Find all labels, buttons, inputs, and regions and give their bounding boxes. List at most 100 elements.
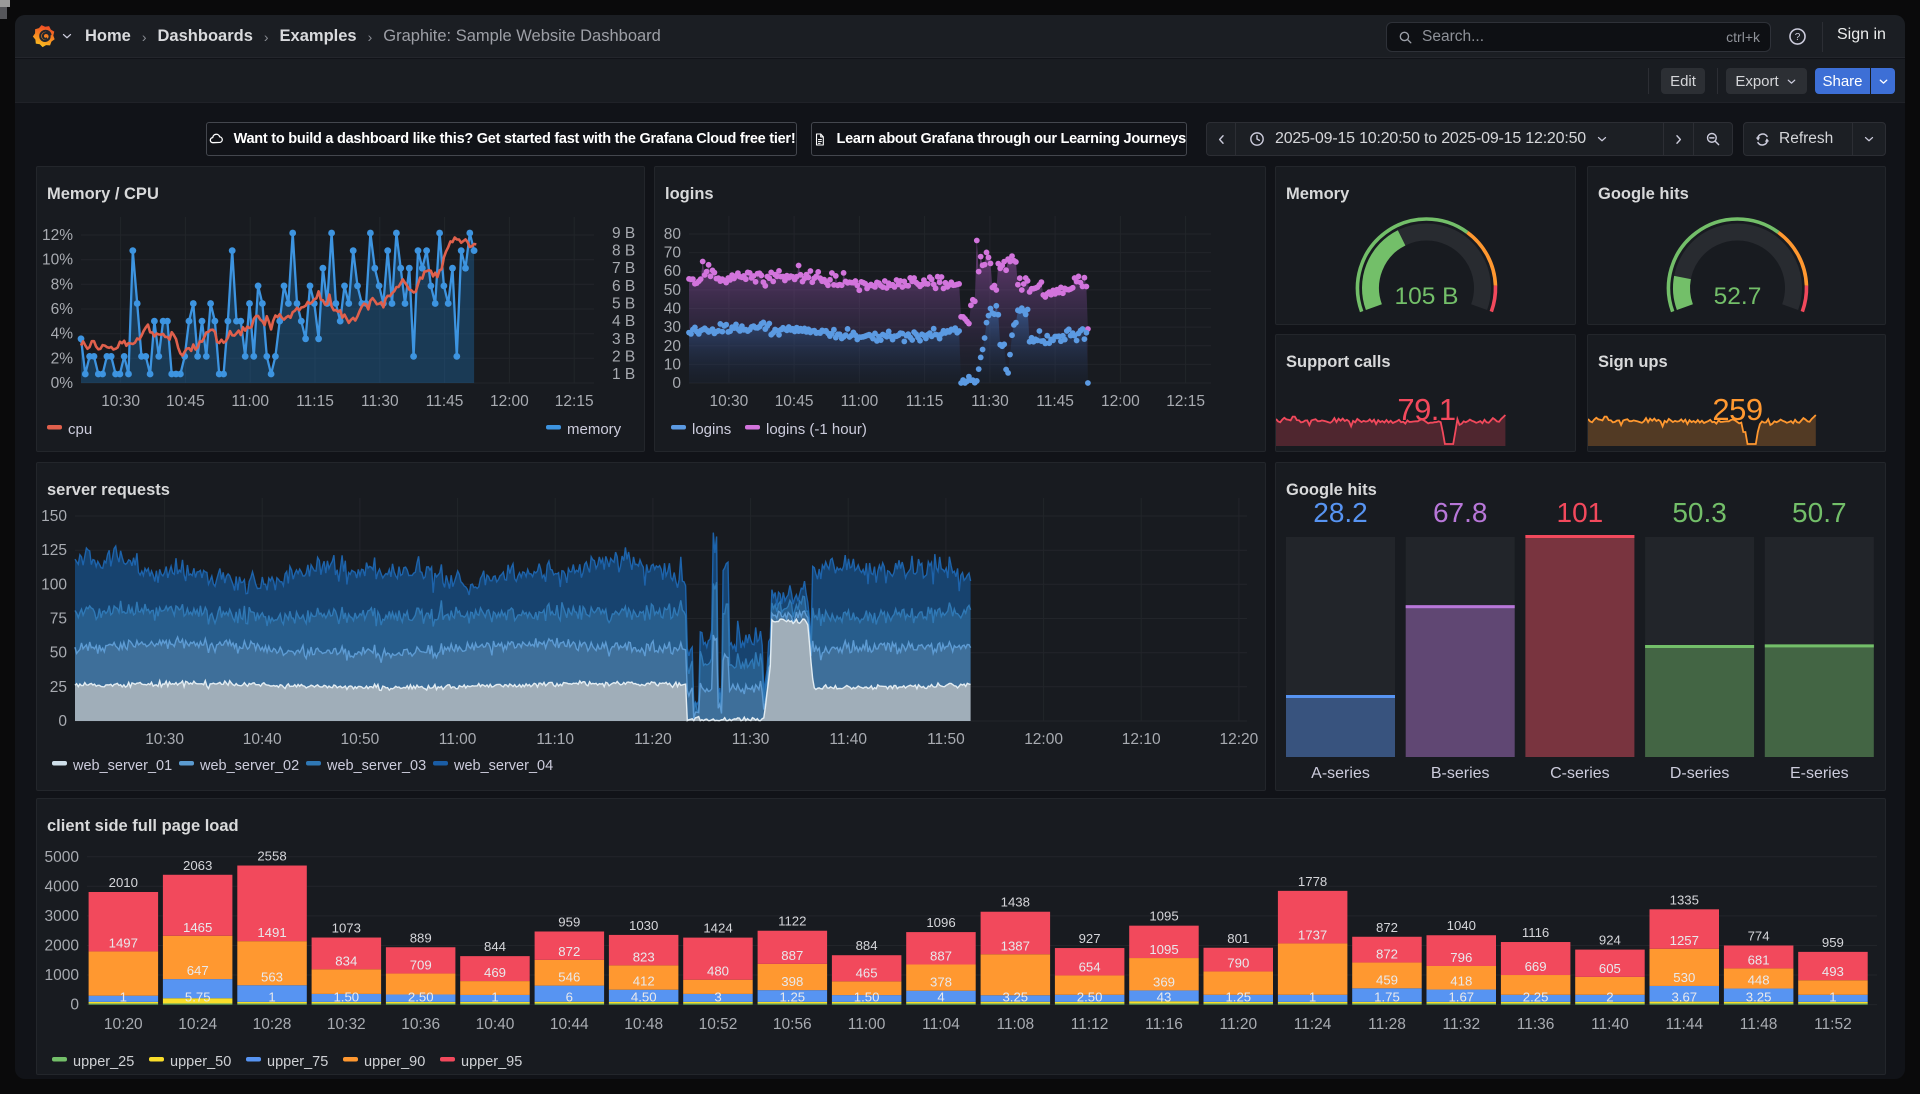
svg-text:1438: 1438 — [1001, 895, 1030, 910]
svg-text:11:20: 11:20 — [1219, 1016, 1257, 1033]
svg-text:1.50: 1.50 — [333, 990, 359, 1005]
svg-text:459: 459 — [1376, 972, 1398, 987]
svg-text:469: 469 — [484, 965, 506, 980]
svg-text:1.25: 1.25 — [779, 990, 805, 1005]
svg-text:11:30: 11:30 — [361, 393, 399, 410]
svg-text:3000: 3000 — [45, 908, 80, 925]
svg-text:11:00: 11:00 — [439, 731, 477, 748]
svg-text:12:10: 12:10 — [1122, 731, 1161, 748]
svg-text:887: 887 — [781, 948, 803, 963]
svg-text:3.25: 3.25 — [1746, 990, 1772, 1005]
svg-text:D-series: D-series — [1670, 765, 1730, 782]
svg-text:80: 80 — [664, 226, 682, 243]
svg-text:11:00: 11:00 — [231, 393, 269, 410]
svg-text:11:28: 11:28 — [1368, 1016, 1406, 1033]
svg-text:1257: 1257 — [1670, 933, 1699, 948]
svg-text:6: 6 — [566, 990, 573, 1005]
svg-text:2000: 2000 — [45, 938, 80, 955]
svg-text:1.67: 1.67 — [1448, 990, 1474, 1005]
svg-text:11:16: 11:16 — [1145, 1016, 1183, 1033]
svg-text:logins (-1 hour): logins (-1 hour) — [766, 421, 867, 438]
svg-text:79.1: 79.1 — [1397, 392, 1455, 427]
svg-text:369: 369 — [1153, 974, 1175, 989]
svg-text:11:45: 11:45 — [1036, 393, 1074, 410]
svg-text:4000: 4000 — [45, 878, 80, 895]
svg-text:web_server_03: web_server_03 — [326, 758, 426, 774]
svg-text:8%: 8% — [51, 276, 74, 293]
svg-text:448: 448 — [1748, 973, 1770, 988]
svg-text:872: 872 — [1376, 920, 1398, 935]
svg-text:669: 669 — [1525, 959, 1547, 974]
svg-text:10:45: 10:45 — [775, 393, 814, 410]
svg-text:0%: 0% — [51, 375, 74, 392]
svg-text:12:00: 12:00 — [490, 393, 529, 410]
svg-text:6%: 6% — [51, 301, 74, 318]
svg-text:2.25: 2.25 — [1523, 990, 1549, 1005]
svg-text:5.75: 5.75 — [185, 990, 211, 1005]
svg-text:1497: 1497 — [109, 935, 138, 950]
svg-text:1737: 1737 — [1298, 927, 1327, 942]
svg-text:10:40: 10:40 — [476, 1016, 515, 1033]
svg-text:3.25: 3.25 — [1002, 990, 1028, 1005]
svg-text:493: 493 — [1822, 964, 1844, 979]
svg-text:web_server_01: web_server_01 — [72, 758, 172, 774]
svg-text:546: 546 — [558, 970, 580, 985]
svg-text:3: 3 — [714, 990, 721, 1005]
svg-text:12%: 12% — [42, 227, 73, 244]
svg-text:30: 30 — [664, 319, 682, 336]
svg-text:1040: 1040 — [1447, 918, 1476, 933]
svg-text:11:48: 11:48 — [1740, 1016, 1778, 1033]
svg-text:2 B: 2 B — [612, 348, 635, 365]
svg-text:11:52: 11:52 — [1814, 1016, 1852, 1033]
svg-text:834: 834 — [335, 953, 357, 968]
svg-text:1122: 1122 — [778, 914, 806, 929]
svg-text:681: 681 — [1748, 952, 1770, 967]
svg-text:412: 412 — [633, 974, 655, 989]
svg-text:398: 398 — [781, 974, 803, 989]
svg-text:924: 924 — [1599, 933, 1621, 948]
svg-text:11:00: 11:00 — [841, 393, 879, 410]
svg-text:105 B: 105 B — [1394, 283, 1458, 310]
svg-text:1465: 1465 — [183, 920, 212, 935]
svg-text:50: 50 — [664, 282, 682, 299]
svg-text:605: 605 — [1599, 961, 1621, 976]
svg-text:10:30: 10:30 — [710, 393, 749, 410]
svg-text:801: 801 — [1227, 931, 1249, 946]
svg-text:823: 823 — [633, 949, 655, 964]
svg-text:709: 709 — [410, 958, 432, 973]
svg-text:logins: logins — [692, 421, 731, 438]
svg-text:9 B: 9 B — [612, 225, 635, 242]
svg-text:11:08: 11:08 — [996, 1016, 1034, 1033]
svg-text:100: 100 — [41, 576, 67, 593]
svg-text:1000: 1000 — [45, 967, 80, 984]
svg-text:872: 872 — [1376, 947, 1398, 962]
svg-text:10:50: 10:50 — [341, 731, 380, 748]
svg-text:647: 647 — [187, 963, 209, 978]
svg-text:0: 0 — [58, 713, 67, 730]
svg-text:844: 844 — [484, 939, 506, 954]
svg-text:2010: 2010 — [109, 875, 138, 890]
svg-text:11:04: 11:04 — [922, 1016, 960, 1033]
svg-text:11:32: 11:32 — [1442, 1016, 1480, 1033]
svg-text:4 B: 4 B — [612, 313, 635, 330]
svg-text:web_server_02: web_server_02 — [199, 758, 299, 774]
svg-text:4.50: 4.50 — [631, 990, 657, 1005]
svg-text:1: 1 — [1829, 990, 1836, 1005]
svg-text:upper_50: upper_50 — [170, 1054, 231, 1070]
svg-text:10:30: 10:30 — [101, 393, 140, 410]
svg-text:1095: 1095 — [1149, 909, 1178, 924]
svg-text:11:45: 11:45 — [426, 393, 464, 410]
svg-text:2.50: 2.50 — [1077, 990, 1103, 1005]
svg-text:101: 101 — [1557, 497, 1604, 528]
svg-text:1387: 1387 — [1001, 938, 1030, 953]
svg-text:10:45: 10:45 — [166, 393, 205, 410]
svg-text:70: 70 — [664, 245, 682, 262]
svg-text:52.7: 52.7 — [1714, 283, 1762, 310]
svg-text:10:24: 10:24 — [178, 1016, 217, 1033]
svg-text:480: 480 — [707, 964, 729, 979]
svg-text:1335: 1335 — [1670, 892, 1699, 907]
svg-text:796: 796 — [1450, 950, 1472, 965]
svg-text:12:00: 12:00 — [1024, 731, 1063, 748]
svg-text:884: 884 — [856, 938, 878, 953]
svg-text:75: 75 — [50, 611, 67, 628]
